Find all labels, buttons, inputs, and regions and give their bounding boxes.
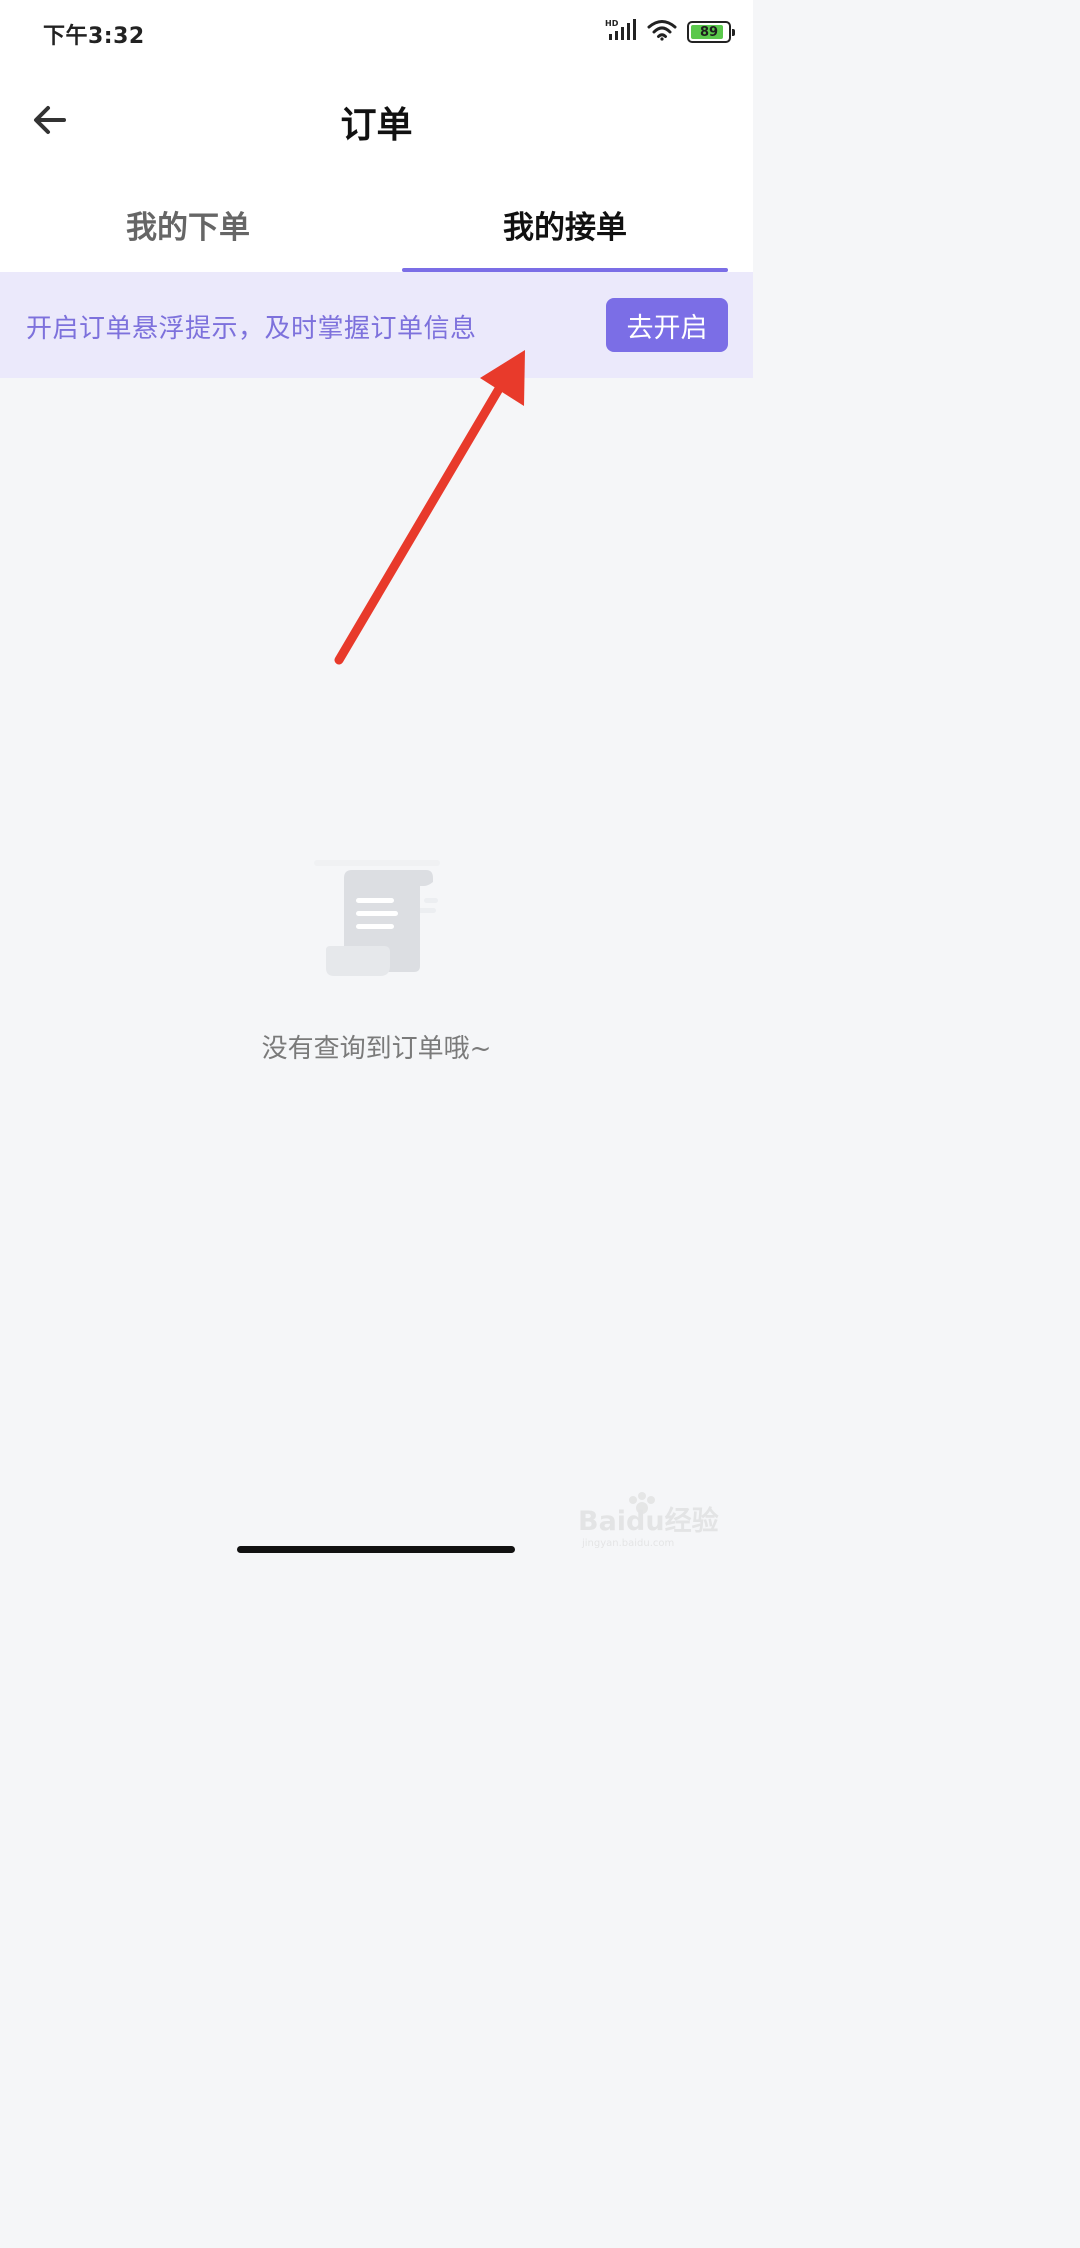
baidu-jingyan-watermark: Baidu经验 jingyan.baidu.com [578,1490,738,1550]
tab-my-orders[interactable]: 我的下单 [0,180,376,272]
notification-banner: 开启订单悬浮提示，及时掌握订单信息 去开启 [0,272,753,378]
status-icons: HD 89 [605,18,735,46]
tab-my-accepted-orders[interactable]: 我的接单 [377,180,753,272]
status-time: 下午3:32 [43,24,145,49]
notice-text: 开启订单悬浮提示，及时掌握订单信息 [26,314,477,344]
enable-button[interactable]: 去开启 [606,298,728,352]
tab-label: 我的下单 [126,210,250,246]
tab-label: 我的接单 [503,210,627,246]
battery-tip [732,29,735,36]
network-badge: HD [605,19,619,28]
scroll-document-icon [306,858,446,988]
watermark-brand: Baidu经验 [578,1505,719,1537]
header-area: 下午3:32 HD 89 订单 我的下单 我的接单 [0,0,753,272]
cellular-signal-icon: HD [605,18,637,46]
page-title: 订单 [340,105,413,146]
wifi-icon [647,19,677,45]
tab-bar: 我的下单 我的接单 [0,180,753,272]
battery-icon: 89 [687,21,735,43]
navigation-bar: 订单 [0,78,753,164]
status-bar: 下午3:32 HD 89 [0,0,753,68]
empty-state-message: 没有查询到订单哦~ [261,1034,492,1064]
battery-percent: 89 [699,24,719,40]
home-indicator[interactable] [237,1546,515,1553]
watermark-site: jingyan.baidu.com [581,1538,674,1549]
